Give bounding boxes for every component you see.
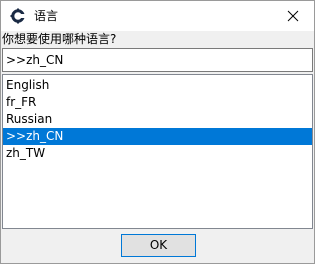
list-item-fr-fr[interactable]: fr_FR <box>3 94 312 111</box>
ok-button[interactable]: OK <box>121 234 196 257</box>
close-button[interactable] <box>272 1 314 31</box>
list-item-zh-cn[interactable]: >>zh_CN <box>3 128 312 145</box>
language-dialog: 语言 你想要使用哪种语言? >>zh_CN English fr_FR Russ… <box>0 0 315 264</box>
window-title: 语言 <box>34 9 59 23</box>
prompt-label: 你想要使用哪种语言? <box>2 32 117 46</box>
title-bar: 语言 <box>1 1 314 31</box>
list-item-russian[interactable]: Russian <box>3 111 312 128</box>
language-list[interactable]: English fr_FR Russian >>zh_CN zh_TW <box>2 74 313 229</box>
list-item-zh-tw[interactable]: zh_TW <box>3 145 312 162</box>
language-input[interactable]: >>zh_CN <box>2 48 313 72</box>
close-icon <box>287 10 299 22</box>
gear-icon <box>10 8 26 24</box>
list-item-english[interactable]: English <box>3 77 312 94</box>
